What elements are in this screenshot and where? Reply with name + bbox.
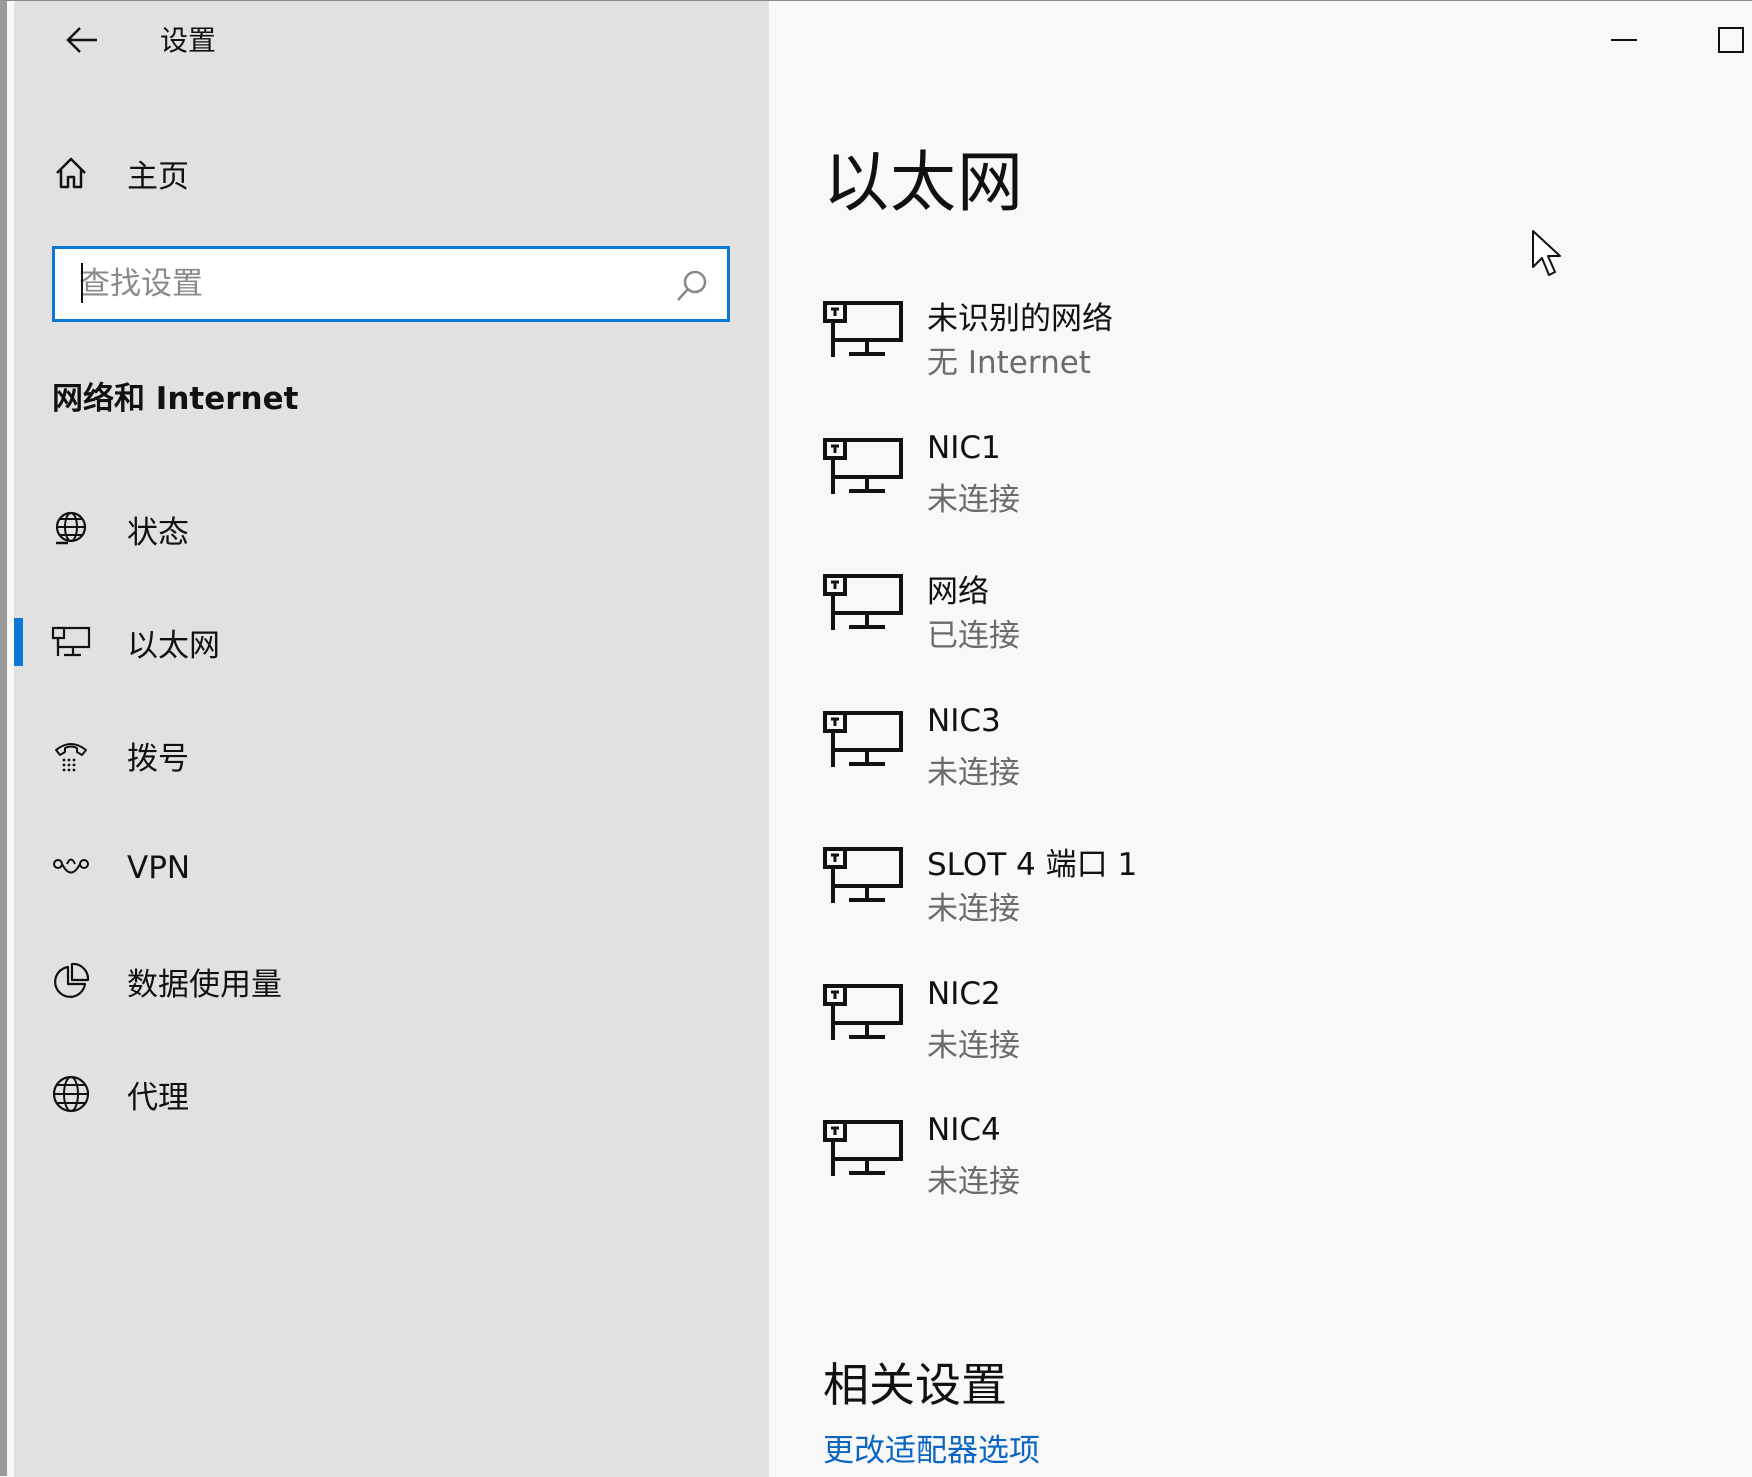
data-usage-icon bbox=[50, 960, 92, 1002]
network-name: SLOT 4 端口 1 bbox=[927, 847, 1138, 883]
ethernet-icon bbox=[823, 574, 903, 630]
network-status: 未连接 bbox=[927, 1164, 1020, 1200]
network-name: NIC2 bbox=[927, 976, 1001, 1012]
network-status: 已连接 bbox=[927, 618, 1020, 654]
network-name: NIC1 bbox=[927, 430, 1001, 466]
mouse-cursor-icon bbox=[1532, 230, 1561, 276]
main-content: 以太网 未识别的网络无 Internet NIC1 未连接 网络 已连接 NIC3 未连接 S… bbox=[769, 1, 1752, 1477]
globe-icon bbox=[50, 1073, 92, 1115]
sidebar-item-home[interactable]: 主页 bbox=[14, 123, 769, 223]
sidebar-item-label: 以太网 bbox=[127, 627, 220, 664]
ethernet-icon bbox=[823, 711, 903, 767]
sidebar-item-ethernet[interactable]: 以太网 bbox=[14, 592, 769, 692]
search-input[interactable] bbox=[55, 266, 655, 302]
change-adapter-options-link[interactable]: 更改适配器选项 bbox=[823, 1425, 1040, 1470]
page-title: 以太网 bbox=[823, 144, 1024, 221]
ethernet-icon bbox=[823, 438, 903, 494]
sidebar: 设置 主页 网络和 Internet bbox=[14, 1, 769, 1477]
network-name: NIC4 bbox=[927, 1112, 1001, 1148]
settings-window: 设置 主页 网络和 Internet bbox=[0, 0, 1752, 1477]
network-item[interactable]: NIC4 未连接 bbox=[823, 1104, 1523, 1214]
network-status: 无 Internet bbox=[927, 345, 1091, 381]
ethernet-icon bbox=[823, 301, 903, 357]
network-item[interactable]: SLOT 4 端口 1 未连接 bbox=[823, 831, 1523, 941]
sidebar-item-label: 代理 bbox=[127, 1079, 189, 1116]
network-item[interactable]: NIC1 未连接 bbox=[823, 422, 1523, 532]
sidebar-item-label: VPN bbox=[127, 850, 191, 886]
network-item[interactable]: NIC3 未连接 bbox=[823, 695, 1523, 805]
sidebar-item-label: 主页 bbox=[127, 158, 189, 195]
ethernet-icon bbox=[823, 984, 903, 1040]
network-status: 未连接 bbox=[927, 891, 1020, 927]
related-settings-title: 相关设置 bbox=[823, 1358, 1007, 1412]
dialup-icon bbox=[50, 734, 92, 776]
network-item[interactable]: 未识别的网络无 Internet bbox=[823, 285, 1523, 395]
network-name: 未识别的网络 bbox=[927, 301, 1113, 337]
sidebar-item-vpn[interactable]: VPN bbox=[14, 818, 769, 918]
sidebar-item-label: 数据使用量 bbox=[127, 966, 282, 1003]
globe-status-icon bbox=[50, 508, 92, 550]
network-status: 未连接 bbox=[927, 755, 1020, 791]
ethernet-icon bbox=[50, 621, 92, 663]
vpn-icon bbox=[50, 847, 92, 889]
sidebar-item-status[interactable]: 状态 bbox=[14, 479, 769, 579]
back-button[interactable] bbox=[52, 15, 112, 65]
sidebar-item-label: 拨号 bbox=[127, 740, 189, 777]
network-item[interactable]: NIC2 未连接 bbox=[823, 968, 1523, 1078]
ethernet-icon bbox=[823, 847, 903, 903]
minimize-button[interactable] bbox=[1594, 15, 1654, 65]
back-arrow-icon bbox=[66, 27, 97, 53]
home-icon bbox=[50, 152, 92, 194]
maximize-icon bbox=[1718, 27, 1744, 53]
sidebar-item-proxy[interactable]: 代理 bbox=[14, 1044, 769, 1144]
ethernet-icon bbox=[823, 1120, 903, 1176]
section-title: 网络和 Internet bbox=[52, 381, 299, 417]
sidebar-item-dialup[interactable]: 拨号 bbox=[14, 705, 769, 805]
sidebar-item-data-usage[interactable]: 数据使用量 bbox=[14, 931, 769, 1031]
network-name: 网络 bbox=[927, 574, 989, 610]
sidebar-item-label: 状态 bbox=[127, 514, 189, 551]
text-caret bbox=[81, 263, 83, 303]
network-item[interactable]: 网络 已连接 bbox=[823, 558, 1523, 668]
search-box[interactable] bbox=[52, 246, 730, 322]
maximize-button[interactable] bbox=[1701, 15, 1752, 65]
network-status: 未连接 bbox=[927, 1028, 1020, 1064]
app-title: 设置 bbox=[160, 24, 217, 57]
minimize-icon bbox=[1611, 39, 1637, 41]
search-icon[interactable] bbox=[675, 269, 709, 303]
network-name: NIC3 bbox=[927, 703, 1001, 739]
network-status: 未连接 bbox=[927, 482, 1020, 518]
